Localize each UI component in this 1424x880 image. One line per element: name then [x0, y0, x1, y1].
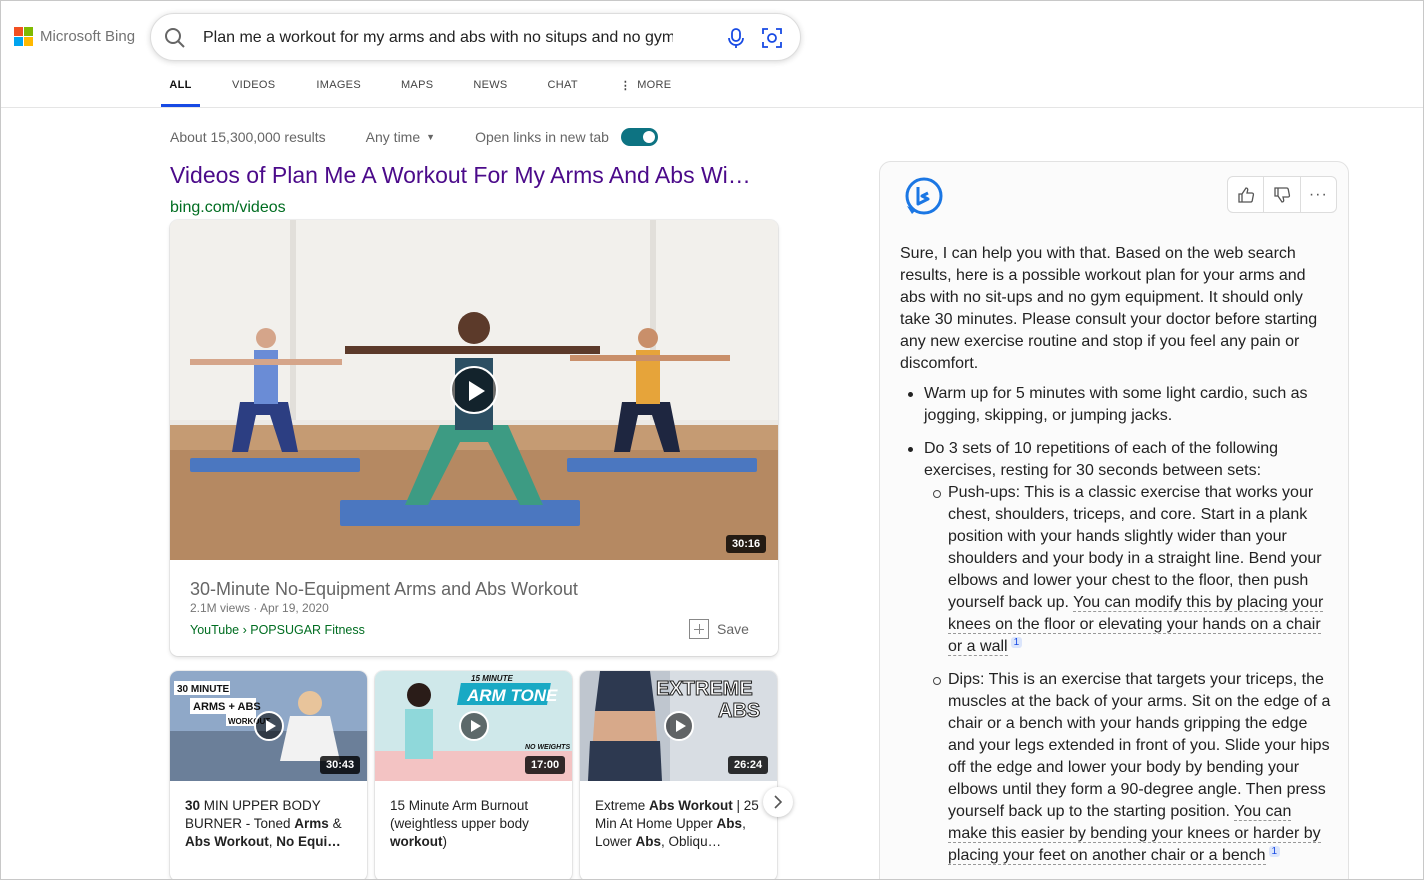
time-filter-dropdown[interactable]: Any time ▼	[366, 129, 435, 145]
play-icon[interactable]	[459, 711, 489, 741]
tab-all[interactable]: ALL	[161, 73, 200, 107]
feedback-group: ···	[1227, 176, 1337, 213]
carousel-next-button[interactable]	[763, 787, 793, 817]
results-meta: About 15,300,000 results Any time ▼ Open…	[170, 128, 658, 146]
tab-videos[interactable]: VIDEOS	[232, 73, 275, 107]
microphone-icon[interactable]	[725, 27, 747, 49]
thumb-text: NO WEIGHTS	[525, 744, 570, 751]
play-icon[interactable]	[450, 366, 498, 414]
chevron-right-icon	[774, 795, 783, 809]
chat-list: Warm up for 5 minutes with some light ca…	[900, 383, 1332, 867]
chat-bullet-warmup: Warm up for 5 minutes with some light ca…	[900, 383, 1332, 427]
thumb-text: EXTREME	[656, 678, 753, 700]
video-title[interactable]: Extreme Abs Workout | 25 Min At Home Upp…	[595, 797, 767, 851]
citation-badge[interactable]: 1	[1010, 636, 1023, 648]
chat-intro: Sure, I can help you with that. Based on…	[900, 245, 1318, 372]
video-title[interactable]: 30 MIN UPPER BODY BURNER - Toned Arms & A…	[185, 797, 357, 851]
thumbs-down-button[interactable]	[1263, 177, 1299, 212]
tab-news[interactable]: NEWS	[473, 73, 507, 107]
play-icon[interactable]	[664, 711, 694, 741]
tab-more[interactable]: ⋮ MORE	[620, 73, 672, 107]
chat-response: Sure, I can help you with that. Based on…	[900, 243, 1332, 878]
chat-panel: ··· Sure, I can help you with that. Base…	[879, 161, 1349, 879]
video-duration: 30:43	[320, 756, 361, 774]
microsoft-logo-icon	[14, 27, 33, 46]
thumb-text: 15 MINUTE	[471, 674, 513, 683]
chat-bullet-sets: Do 3 sets of 10 repetitions of each of t…	[900, 438, 1332, 867]
bing-chat-icon	[905, 177, 943, 215]
header-divider	[1, 107, 1423, 108]
video-title[interactable]: 15 Minute Arm Burnout (weightless upper …	[390, 797, 562, 851]
video-duration: 17:00	[525, 756, 566, 774]
ellipsis-icon: ···	[1308, 185, 1328, 203]
video-card-2[interactable]: 15 MINUTE ARM TONE NO WEIGHTS 17:00 15 M…	[375, 671, 572, 879]
search-icon[interactable]	[164, 27, 186, 49]
more-icon: ⋮	[619, 80, 632, 92]
thumb-text: ARM TONE	[466, 686, 558, 705]
thumb-text: 30 MINUTE	[177, 684, 230, 695]
thumbs-up-button[interactable]	[1228, 177, 1263, 212]
results-count: About 15,300,000 results	[170, 129, 326, 145]
video-source[interactable]: YouTube › POPSUGAR Fitness	[190, 623, 365, 637]
more-options-button[interactable]: ···	[1299, 177, 1336, 212]
open-links-label: Open links in new tab	[475, 129, 609, 145]
save-button[interactable]: Save	[689, 619, 749, 639]
video-card-1[interactable]: 30 MINUTE ARMS + ABS WORKOUT 30:43 30 MI…	[170, 671, 367, 879]
thumbs-down-icon	[1274, 186, 1291, 203]
tab-maps[interactable]: MAPS	[401, 73, 433, 107]
visual-search-icon[interactable]	[761, 27, 783, 49]
search-tabs: ALL VIDEOS IMAGES MAPS NEWS CHAT ⋮ MORE	[161, 73, 671, 107]
search-input[interactable]	[203, 28, 673, 48]
tab-images[interactable]: IMAGES	[316, 73, 361, 107]
brand-name: Microsoft Bing	[40, 28, 136, 45]
bing-logo[interactable]: Microsoft Bing	[14, 27, 135, 46]
thumbs-up-icon	[1238, 186, 1254, 203]
chat-subitem-dips: Dips: This is an exercise that targets y…	[924, 669, 1332, 867]
thumb-text: ARMS + ABS	[193, 701, 261, 713]
thumb-text: ABS	[718, 700, 760, 722]
video-duration: 26:24	[728, 756, 769, 774]
search-box[interactable]	[150, 13, 801, 61]
video-duration: 30:16	[726, 535, 767, 553]
videos-section-title[interactable]: Videos of Plan Me A Workout For My Arms …	[170, 162, 780, 189]
video-views-date: 2.1M views · Apr 19, 2020	[190, 601, 329, 615]
video-card-3[interactable]: EXTREME ABS 26:24 Extreme Abs Workout | …	[580, 671, 777, 879]
add-icon	[689, 619, 709, 639]
chat-subitem-pushups: Push-ups: This is a classic exercise tha…	[924, 482, 1332, 658]
open-links-toggle[interactable]	[620, 128, 658, 146]
videos-section-url[interactable]: bing.com/videos	[170, 199, 286, 217]
browser-frame: Microsoft Bing ALL VIDEOS IMAGES MAPS NE…	[0, 0, 1424, 880]
main-video-card[interactable]: 30:16 30-Minute No-Equipment Arms and Ab…	[170, 220, 778, 656]
tab-chat[interactable]: CHAT	[548, 73, 578, 107]
citation-badge[interactable]: 1	[1268, 845, 1281, 857]
save-label: Save	[717, 621, 749, 637]
tab-more-label: MORE	[637, 79, 672, 91]
play-icon[interactable]	[254, 711, 284, 741]
video-title[interactable]: 30-Minute No-Equipment Arms and Abs Work…	[190, 579, 578, 600]
time-filter-label: Any time	[365, 129, 421, 145]
caret-down-icon: ▼	[426, 132, 436, 142]
